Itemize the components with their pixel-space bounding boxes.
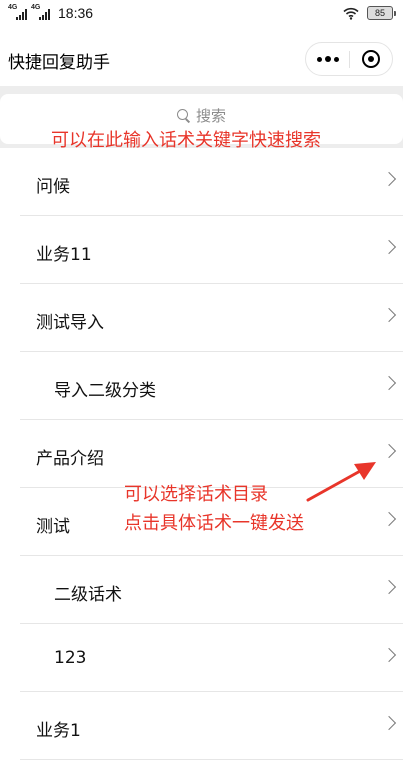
list-item[interactable]: 业务11 (0, 216, 403, 284)
signal-icon: 4G (8, 4, 28, 21)
list-item-label: 测试导入 (36, 313, 104, 333)
list-item-label: 业务1 (36, 721, 81, 741)
chevron-right-icon (381, 511, 397, 527)
list-item-label: 业务11 (36, 245, 92, 265)
miniprogram-capsule (305, 42, 393, 76)
chevron-right-icon (381, 375, 397, 391)
send-hint-annotation: 点击具体话术一键发送 (124, 513, 304, 534)
status-time: 18:36 (58, 5, 94, 21)
list-item[interactable]: 二级话术 (0, 556, 403, 624)
more-options-button[interactable] (306, 43, 349, 75)
chevron-right-icon (381, 647, 397, 663)
chevron-right-icon (381, 715, 397, 731)
chevron-right-icon (381, 307, 397, 323)
search-placeholder: 搜索 (195, 107, 226, 125)
chevron-right-icon (381, 171, 397, 187)
nav-bar: 快捷回复助手 (0, 30, 403, 86)
list-item-label: 二级话术 (54, 585, 122, 605)
list-item-label: 产品介绍 (36, 449, 104, 469)
chevron-right-icon (381, 239, 397, 255)
battery-icon: 85 (367, 6, 396, 20)
chevron-right-icon (381, 579, 397, 595)
list-item[interactable]: 问候 (0, 148, 403, 216)
list-item-label: 测试 (36, 517, 70, 537)
status-right: 85 (343, 6, 396, 20)
list-item[interactable]: 123 (0, 624, 403, 692)
list-item[interactable]: 业务1 (0, 692, 403, 760)
list-item-label: 问候 (36, 177, 70, 197)
select-hint-annotation: 可以选择话术目录 (124, 484, 268, 505)
status-bar: 4G 4G 18:36 85 (0, 0, 403, 30)
search-icon (176, 109, 190, 122)
close-miniprogram-button[interactable] (349, 43, 392, 75)
target-icon (361, 50, 380, 68)
search-placeholder-group: 搜索 (0, 105, 403, 126)
arrow-icon (306, 462, 376, 502)
list-item-label: 123 (54, 648, 87, 668)
search-hint-annotation: 可以在此输入话术关键字快速搜索 (51, 130, 321, 151)
wifi-icon (343, 7, 359, 20)
list-item-label: 导入二级分类 (54, 381, 156, 401)
list-item[interactable]: 导入二级分类 (0, 352, 403, 420)
status-left: 4G 4G 18:36 (8, 4, 94, 21)
signal-icon: 4G (31, 4, 51, 21)
list-item[interactable]: 测试导入 (0, 284, 403, 352)
page-title: 快捷回复助手 (8, 53, 110, 73)
